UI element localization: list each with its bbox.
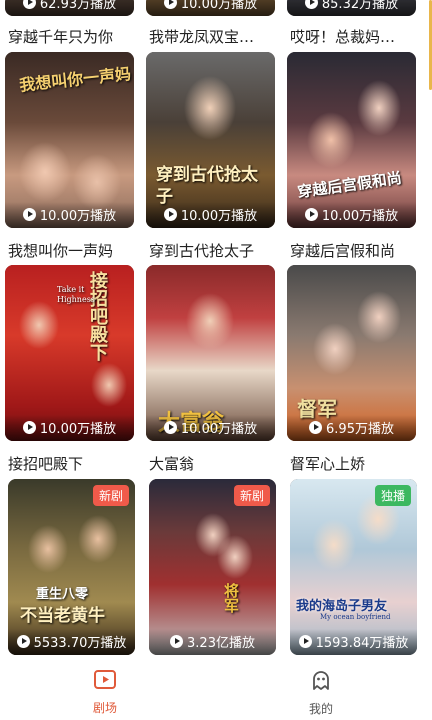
play-count: 10.00万播放 bbox=[287, 202, 416, 228]
play-count-text: 85.32万播放 bbox=[321, 0, 399, 12]
play-icon bbox=[309, 421, 323, 434]
play-icon bbox=[304, 208, 318, 221]
play-icon bbox=[16, 635, 30, 648]
play-count-text: 5533.70万播放 bbox=[33, 636, 127, 651]
card-top-2[interactable]: 10.00万播放 bbox=[146, 0, 275, 16]
card-top-1[interactable]: 62.93万播放 bbox=[5, 0, 134, 16]
play-count: 5533.70万播放 bbox=[8, 629, 135, 655]
exclusive-badge: 独播 bbox=[374, 485, 411, 506]
poster-title-art: 将军 bbox=[222, 583, 240, 613]
poster-title-art: 我的海岛子男友 bbox=[296, 599, 388, 614]
play-count-text: 6.95万播放 bbox=[326, 422, 394, 437]
play-icon bbox=[22, 208, 36, 221]
profile-icon bbox=[309, 668, 333, 696]
play-count: 10.00万播放 bbox=[5, 202, 134, 228]
play-count-text: 10.00万播放 bbox=[39, 422, 117, 437]
play-count-text: 1593.84万播放 bbox=[315, 636, 409, 651]
poster-title-art: 不当老黄牛 bbox=[20, 606, 105, 626]
play-count-text: 10.00万播放 bbox=[180, 209, 258, 224]
drama-card[interactable]: 独播 我的海岛子男友 My ocean boyfriend 1593.84万播放 bbox=[290, 479, 417, 655]
drama-title[interactable]: 督军心上娇 bbox=[290, 453, 419, 474]
drama-title[interactable]: 大富翁 bbox=[149, 453, 278, 474]
drama-card[interactable]: 大富翁 10.00万播放 bbox=[146, 265, 275, 441]
play-count: 6.95万播放 bbox=[287, 415, 416, 441]
play-count-text: 10.00万播放 bbox=[39, 209, 117, 224]
tab-theater[interactable]: 剧场 bbox=[65, 664, 145, 720]
play-count-text: 10.00万播放 bbox=[321, 209, 399, 224]
play-count: 10.00万播放 bbox=[146, 415, 275, 441]
drama-card[interactable]: 督军 6.95万播放 bbox=[287, 265, 416, 441]
tab-mine-label: 我的 bbox=[308, 701, 333, 716]
drama-title[interactable]: 哎呀！总裁妈… bbox=[290, 26, 419, 47]
play-icon bbox=[304, 0, 318, 9]
drama-card[interactable]: 新剧 重生八零 不当老黄牛 5533.70万播放 bbox=[8, 479, 135, 655]
drama-card[interactable]: 穿到古代抢太子 10.00万播放 bbox=[146, 52, 275, 228]
play-icon bbox=[298, 635, 312, 648]
play-square-icon bbox=[93, 669, 117, 695]
play-count: 3.23亿播放 bbox=[149, 629, 276, 655]
drama-title[interactable]: 穿越后宫假和尚 bbox=[290, 240, 419, 261]
drama-title[interactable]: 穿越千年只为你 bbox=[8, 26, 137, 47]
play-count: 62.93万播放 bbox=[5, 0, 134, 16]
play-icon bbox=[170, 635, 184, 648]
poster-subtitle-art: 重生八零 bbox=[36, 587, 89, 602]
drama-card[interactable]: 接招吧殿下 Take it Highness 10.00万播放 bbox=[5, 265, 134, 441]
play-icon bbox=[22, 421, 36, 434]
drama-title[interactable]: 接招吧殿下 bbox=[8, 453, 137, 474]
card-top-3[interactable]: 85.32万播放 bbox=[287, 0, 416, 16]
play-icon bbox=[163, 0, 177, 9]
drama-title[interactable]: 穿到古代抢太子 bbox=[149, 240, 278, 261]
play-count-text: 10.00万播放 bbox=[180, 422, 258, 437]
drama-title[interactable]: 我想叫你一声妈 bbox=[8, 240, 137, 261]
drama-card[interactable]: 穿越后宫假和尚 10.00万播放 bbox=[287, 52, 416, 228]
play-count: 1593.84万播放 bbox=[290, 629, 417, 655]
play-count-text: 3.23亿播放 bbox=[187, 636, 255, 651]
new-badge: 新剧 bbox=[233, 485, 270, 506]
poster-subtitle-art: Take it Highness bbox=[57, 285, 95, 304]
drama-title[interactable]: 我带龙凤双宝… bbox=[149, 26, 278, 47]
play-count: 10.00万播放 bbox=[146, 202, 275, 228]
bottom-tab-bar: 剧场 我的 bbox=[0, 664, 432, 720]
play-count: 10.00万播放 bbox=[146, 0, 275, 16]
play-count-text: 10.00万播放 bbox=[180, 0, 258, 12]
drama-card[interactable]: 新剧 将军 3.23亿播放 bbox=[149, 479, 276, 655]
play-count: 85.32万播放 bbox=[287, 0, 416, 16]
play-icon bbox=[163, 208, 177, 221]
poster-subtitle-art: My ocean boyfriend bbox=[320, 613, 391, 621]
play-icon bbox=[22, 0, 36, 9]
play-count: 10.00万播放 bbox=[5, 415, 134, 441]
drama-card[interactable]: 我想叫你一声妈 10.00万播放 bbox=[5, 52, 134, 228]
tab-mine[interactable]: 我的 bbox=[281, 664, 361, 720]
play-count-text: 62.93万播放 bbox=[39, 0, 117, 12]
new-badge: 新剧 bbox=[92, 485, 129, 506]
play-icon bbox=[163, 421, 177, 434]
tab-theater-label: 剧场 bbox=[92, 700, 117, 715]
